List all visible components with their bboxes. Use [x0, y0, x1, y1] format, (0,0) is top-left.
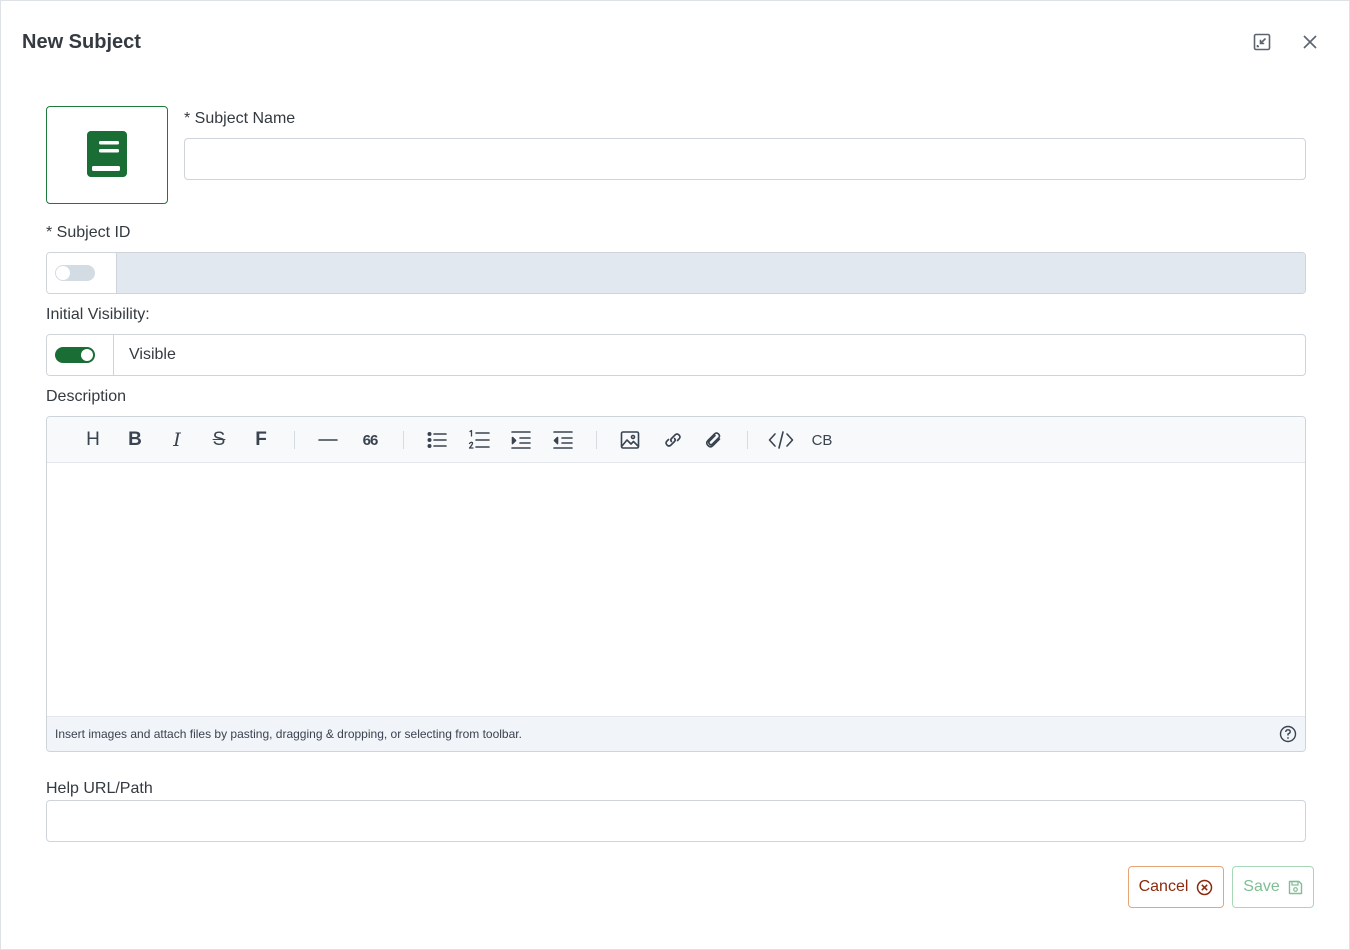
subject-id-group: [46, 252, 1306, 294]
help-url-input[interactable]: [46, 800, 1306, 842]
heading-icon: H: [86, 429, 100, 450]
description-text-area[interactable]: [47, 463, 1305, 717]
save-button-label: Save: [1243, 878, 1280, 895]
subject-id-label: * Subject ID: [46, 224, 131, 241]
toolbar-divider: [403, 431, 404, 449]
description-editor: H B I S F 66 CB Insert images and attach…: [46, 416, 1306, 752]
outdent-icon: [553, 431, 573, 449]
insert-image-button[interactable]: [617, 428, 643, 452]
indent-icon: [511, 431, 531, 449]
code-block-icon: CB: [811, 431, 833, 449]
outdent-button[interactable]: [550, 428, 576, 452]
code-block-button[interactable]: CB: [809, 428, 835, 452]
attach-file-button[interactable]: [701, 428, 727, 452]
bold-button[interactable]: B: [122, 428, 148, 452]
italic-icon: I: [173, 429, 181, 451]
strikethrough-button[interactable]: S: [206, 428, 232, 452]
insert-link-button[interactable]: [660, 428, 686, 452]
toolbar-divider: [596, 431, 597, 449]
save-button[interactable]: Save: [1232, 866, 1314, 908]
description-label: Description: [46, 388, 127, 405]
editor-footer-hint: Insert images and attach files by pastin…: [55, 727, 522, 741]
numbered-list-button[interactable]: [466, 428, 492, 452]
font-button[interactable]: F: [248, 428, 274, 452]
editor-toolbar: H B I S F 66 CB: [47, 417, 1305, 463]
strikethrough-icon: S: [212, 429, 226, 450]
toolbar-divider: [747, 431, 748, 449]
visibility-toggle[interactable]: [55, 347, 95, 363]
quote-button[interactable]: 66: [357, 428, 383, 452]
save-disk-icon: [1288, 880, 1302, 894]
cancel-button-label: Cancel: [1138, 878, 1189, 895]
toolbar-divider: [294, 431, 295, 449]
code-icon: [768, 431, 794, 449]
horizontal-rule-icon: [318, 439, 338, 441]
bold-icon: B: [128, 429, 142, 450]
close-button[interactable]: [1298, 30, 1322, 54]
bullet-list-icon: [427, 431, 447, 449]
quote-icon: 66: [362, 431, 379, 449]
book-icon: [87, 131, 127, 177]
visibility-group: Visible: [46, 334, 1306, 376]
subject-icon-picker[interactable]: [46, 106, 168, 204]
subject-id-toggle[interactable]: [55, 265, 95, 281]
numbered-list-icon: [468, 429, 490, 449]
bullet-list-button[interactable]: [424, 428, 450, 452]
subject-name-input[interactable]: [184, 138, 1306, 180]
paperclip-icon: [705, 432, 721, 448]
image-icon: [620, 431, 640, 449]
visibility-label: Initial Visibility:: [46, 306, 150, 323]
help-url-label: Help URL/Path: [46, 780, 153, 797]
subject-id-input: [117, 253, 1305, 293]
dialog-title: New Subject: [22, 31, 141, 53]
font-icon: F: [255, 429, 267, 450]
subject-id-toggle-addon: [47, 253, 117, 293]
visibility-value: Visible: [129, 346, 176, 363]
new-subject-dialog: New Subject * Subject Name * Subject ID …: [0, 0, 1350, 950]
heading-button[interactable]: H: [80, 428, 106, 452]
cancel-circle-icon: [1197, 879, 1213, 895]
close-icon: [1303, 35, 1317, 49]
minimize-button[interactable]: [1250, 30, 1274, 54]
italic-button[interactable]: I: [164, 428, 190, 452]
visibility-toggle-addon: [47, 335, 114, 375]
horizontal-rule-button[interactable]: [315, 428, 341, 452]
subject-name-label: * Subject Name: [184, 110, 296, 127]
editor-footer: Insert images and attach files by pastin…: [47, 716, 1305, 751]
help-circle-icon[interactable]: [1279, 725, 1297, 743]
indent-button[interactable]: [508, 428, 534, 452]
cancel-button[interactable]: Cancel: [1128, 866, 1224, 908]
link-icon: [665, 433, 681, 447]
minimize-icon: [1253, 33, 1271, 51]
inline-code-button[interactable]: [768, 428, 794, 452]
